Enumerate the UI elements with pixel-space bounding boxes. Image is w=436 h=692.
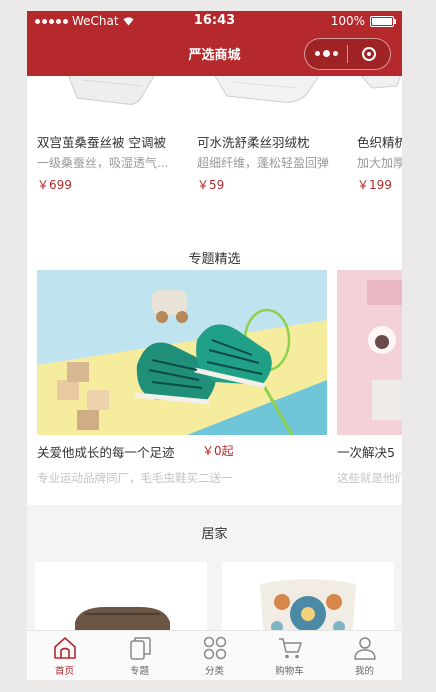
home-section: 居家	[27, 505, 402, 630]
goods-name: 双宫茧桑蚕丝被 空调被	[37, 135, 166, 150]
goods-scroll-row[interactable]: 双宫茧桑蚕丝被 空调被 一级桑蚕丝，吸湿透气... ￥699 可水洗舒柔丝羽绒枕…	[27, 76, 402, 236]
tab-category[interactable]: 分类	[177, 631, 252, 680]
goods-image	[357, 76, 402, 120]
goods-price: ￥199	[357, 178, 392, 192]
topic-card[interactable]: 一次解决5 这些就是他们	[337, 270, 402, 485]
goods-card[interactable]: 色织精梳 加大加厚 ￥199	[357, 76, 402, 192]
battery-icon	[370, 15, 396, 27]
goods-name: 可水洗舒柔丝羽绒枕	[197, 135, 310, 150]
topic-title: 一次解决5	[337, 445, 395, 460]
battery-group: 100%	[330, 14, 396, 28]
section-title-topics: 专题精选	[188, 252, 241, 267]
goods-name: 色织精梳	[357, 135, 402, 150]
goods-desc: 加大加厚	[357, 156, 402, 170]
tab-label: 购物车	[275, 666, 304, 677]
topic-desc: 这些就是他们	[337, 471, 402, 485]
topic-card[interactable]: 关爱他成长的每一个足迹 ￥0起 专业运动品牌同厂，毛毛虫鞋买二送一	[37, 270, 327, 485]
topic-icon	[129, 637, 151, 660]
goods-price: ￥59	[197, 178, 225, 192]
tab-label: 首页	[54, 666, 74, 677]
tab-cart[interactable]: 购物车	[252, 631, 327, 680]
tab-profile[interactable]: 我的	[327, 631, 402, 680]
goods-desc: 一级桑蚕丝，吸湿透气...	[37, 156, 169, 170]
profile-icon	[353, 637, 376, 660]
goods-price: ￥699	[37, 178, 72, 192]
tab-label: 分类	[204, 666, 224, 677]
goods-card[interactable]: 可水洗舒柔丝羽绒枕 超细纤维，蓬松轻盈回弹 ￥59	[197, 76, 347, 192]
topic-image	[37, 270, 327, 435]
close-button[interactable]	[348, 47, 390, 61]
goods-image	[37, 76, 187, 120]
status-bar: WeChat 16:43 100%	[27, 11, 402, 31]
topic-image	[337, 270, 402, 435]
tab-topics[interactable]: 专题	[102, 631, 177, 680]
tab-label: 专题	[129, 666, 149, 677]
home-goods-card[interactable]	[222, 562, 394, 630]
goods-desc: 超细纤维，蓬松轻盈回弹	[197, 156, 330, 170]
topic-desc: 专业运动品牌同厂，毛毛虫鞋买二送一	[37, 471, 233, 485]
more-button[interactable]	[305, 50, 347, 57]
tab-bar: 首页 专题 分类 购物车 我的	[27, 630, 402, 680]
category-icon	[203, 636, 226, 660]
close-icon	[362, 47, 376, 61]
tab-label: 我的	[354, 666, 374, 677]
topic-title: 关爱他成长的每一个足迹	[37, 445, 175, 460]
topic-price: ￥0起	[202, 444, 234, 458]
tab-home[interactable]: 首页	[27, 631, 102, 680]
section-title-home: 居家	[201, 527, 228, 542]
battery-percent: 100%	[330, 14, 365, 28]
home-goods-card[interactable]	[35, 562, 207, 630]
page-content[interactable]: 双宫茧桑蚕丝被 空调被 一级桑蚕丝，吸湿透气... ￥699 可水洗舒柔丝羽绒枕…	[27, 76, 402, 630]
phone-screen: WeChat 16:43 100% 严选商城 双宫茧桑蚕丝被 空调被 一级桑蚕丝…	[27, 11, 402, 680]
nav-bar: 严选商城	[27, 31, 402, 76]
goods-card[interactable]: 双宫茧桑蚕丝被 空调被 一级桑蚕丝，吸湿透气... ￥699	[37, 76, 187, 192]
home-icon	[53, 637, 76, 659]
goods-image	[197, 76, 347, 120]
cart-icon	[278, 638, 302, 659]
mini-program-capsule	[304, 38, 391, 70]
